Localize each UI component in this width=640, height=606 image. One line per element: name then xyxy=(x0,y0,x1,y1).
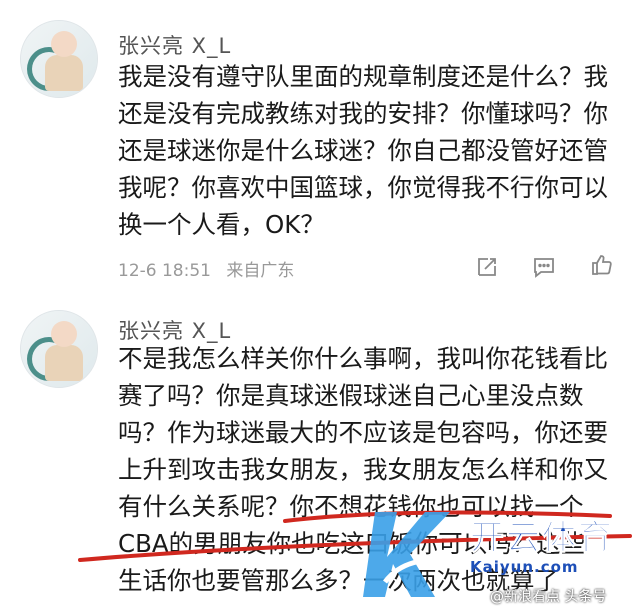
comment-icon[interactable] xyxy=(532,255,556,279)
avatar[interactable] xyxy=(20,20,98,98)
comment-meta: 12-6 18:51 来自广东 xyxy=(118,256,304,281)
comment-date: 12-6 18:51 xyxy=(118,261,211,281)
like-icon[interactable] xyxy=(590,253,614,277)
username[interactable]: 张兴亮 X_L xyxy=(118,30,231,60)
comment-1: 张兴亮 X_L 我是没有遵守队里面的规章制度还是什么？我 还是没有完成教练对我的… xyxy=(0,0,640,300)
avatar[interactable] xyxy=(20,310,98,388)
kaiyun-logo xyxy=(363,512,451,597)
comment-text: 我是没有遵守队里面的规章制度还是什么？我 还是没有完成教练对我的安排？你懂球吗？… xyxy=(118,62,608,239)
watermark-brand: 开云体育 xyxy=(470,518,614,559)
share-icon[interactable] xyxy=(475,255,499,279)
comment-location: 来自广东 xyxy=(226,261,295,281)
watermark-domain: Kaiyun.com xyxy=(470,558,579,576)
watermark-weibo: @新浪看点 头条号 xyxy=(490,589,607,605)
